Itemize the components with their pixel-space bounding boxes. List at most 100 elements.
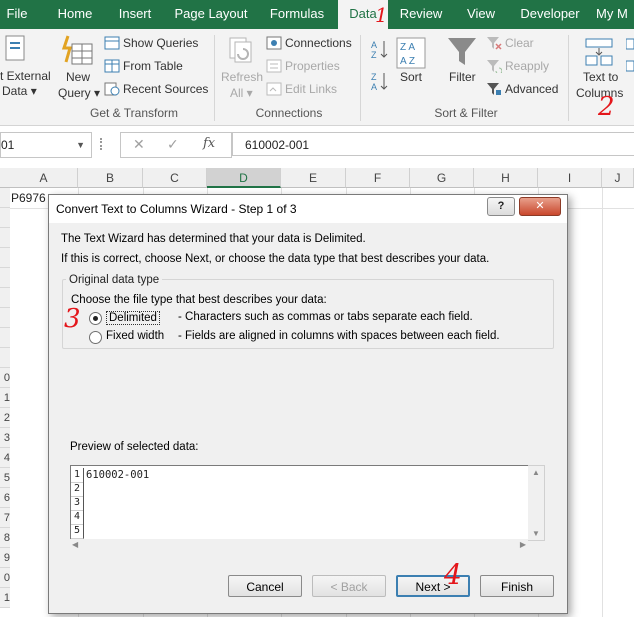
name-box-dropdown-icon[interactable]: ▼ bbox=[76, 133, 85, 157]
text-to-columns-button[interactable]: Text to bbox=[583, 70, 618, 84]
formula-input[interactable]: 610002-001 bbox=[232, 132, 634, 156]
fixed-width-radio[interactable] bbox=[89, 331, 102, 344]
row-header[interactable] bbox=[0, 188, 10, 208]
row-header[interactable]: 5 bbox=[0, 468, 10, 488]
dialog-title-bar[interactable]: Convert Text to Columns Wizard - Step 1 … bbox=[49, 195, 567, 223]
row-header[interactable] bbox=[0, 248, 10, 268]
cancel-entry-icon[interactable]: ✕ bbox=[133, 136, 145, 153]
row-header[interactable]: 9 bbox=[0, 548, 10, 568]
filter-icon bbox=[448, 38, 476, 65]
choose-file-type-label: Choose the file type that best describes… bbox=[71, 294, 327, 306]
column-header-b[interactable]: B bbox=[78, 168, 143, 188]
scroll-down-arrow-icon[interactable]: ▼ bbox=[532, 529, 540, 538]
ribbon: t External Data ▾ New Query ▾ Show Queri… bbox=[0, 29, 634, 126]
preview-label: Preview of selected data: bbox=[70, 441, 199, 453]
delimited-label[interactable]: Delimited bbox=[106, 311, 160, 325]
from-table-button[interactable]: From Table bbox=[123, 59, 183, 73]
ribbon-tab-bar: File Home Insert Page Layout Formulas Da… bbox=[0, 0, 634, 29]
row-header[interactable] bbox=[0, 288, 10, 308]
row-header[interactable]: 7 bbox=[0, 508, 10, 528]
tab-developer[interactable]: Developer bbox=[515, 0, 585, 29]
row-header[interactable] bbox=[0, 328, 10, 348]
recent-sources-icon bbox=[104, 82, 120, 96]
show-queries-icon bbox=[104, 36, 120, 50]
row-header[interactable] bbox=[0, 268, 10, 288]
scroll-up-arrow-icon[interactable]: ▲ bbox=[532, 468, 540, 477]
column-header-h[interactable]: H bbox=[474, 168, 538, 188]
filter-button[interactable]: Filter bbox=[449, 70, 476, 84]
row-header[interactable] bbox=[0, 208, 10, 228]
row-header[interactable]: 1 bbox=[0, 588, 10, 608]
new-query-button[interactable]: New bbox=[66, 70, 90, 84]
tab-file[interactable]: File bbox=[0, 0, 34, 29]
show-queries-button[interactable]: Show Queries bbox=[123, 36, 198, 50]
tab-formulas[interactable]: Formulas bbox=[262, 0, 332, 29]
preview-row-number: 4 bbox=[71, 510, 84, 525]
column-header-e[interactable]: E bbox=[281, 168, 346, 188]
get-external-data-label2: Data ▾ bbox=[2, 84, 37, 98]
column-header-f[interactable]: F bbox=[346, 168, 410, 188]
fixed-width-label[interactable]: Fixed width bbox=[106, 330, 164, 342]
column-header-j[interactable]: J bbox=[602, 168, 634, 188]
column-header-i[interactable]: I bbox=[538, 168, 602, 188]
column-header-d[interactable]: D bbox=[207, 168, 281, 188]
confirm-entry-icon[interactable]: ✓ bbox=[167, 136, 179, 153]
scroll-left-arrow-icon[interactable]: ◀ bbox=[72, 540, 78, 549]
tab-page-layout[interactable]: Page Layout bbox=[172, 0, 250, 29]
recent-sources-button[interactable]: Recent Sources bbox=[123, 82, 208, 96]
row-header[interactable] bbox=[0, 308, 10, 328]
get-external-data-button[interactable]: t External bbox=[0, 69, 51, 83]
formula-bar-grip[interactable] bbox=[100, 138, 105, 150]
tab-view[interactable]: View bbox=[458, 0, 504, 29]
scroll-right-arrow-icon[interactable]: ▶ bbox=[520, 540, 526, 549]
delimited-radio[interactable] bbox=[89, 312, 102, 325]
tab-my-m[interactable]: My M bbox=[596, 0, 634, 29]
back-button[interactable]: < Back bbox=[312, 575, 386, 597]
row-header[interactable]: 8 bbox=[0, 528, 10, 548]
row-header[interactable]: 2 bbox=[0, 408, 10, 428]
properties-button[interactable]: Properties bbox=[285, 59, 340, 73]
edit-links-button[interactable]: Edit Links bbox=[285, 82, 337, 96]
data-preview-pane[interactable]: 1 610002-001 2 3 4 5 bbox=[70, 465, 530, 541]
name-box[interactable]: 01 ▼ bbox=[0, 132, 92, 158]
preview-vertical-scrollbar[interactable]: ▲ ▼ bbox=[528, 465, 545, 541]
row-header[interactable] bbox=[0, 348, 10, 368]
help-button[interactable]: ? bbox=[487, 197, 515, 216]
row-header[interactable]: 6 bbox=[0, 488, 10, 508]
formula-bar: 01 ▼ ✕ ✓ fx 610002-001 bbox=[0, 126, 634, 165]
reapply-button[interactable]: Reapply bbox=[505, 59, 549, 73]
annotation-4: 4 bbox=[444, 558, 462, 591]
column-header-g[interactable]: G bbox=[410, 168, 474, 188]
row-header[interactable]: 0 bbox=[0, 568, 10, 588]
connections-button[interactable]: Connections bbox=[285, 36, 352, 50]
annotation-1: 1 bbox=[375, 3, 388, 27]
svg-text:A: A bbox=[371, 40, 377, 50]
close-button[interactable]: ✕ bbox=[519, 197, 561, 216]
insert-function-icon[interactable]: fx bbox=[203, 136, 215, 151]
new-query-label2: Query ▾ bbox=[58, 86, 101, 100]
row-header[interactable]: 1 bbox=[0, 388, 10, 408]
finish-button[interactable]: Finish bbox=[480, 575, 554, 597]
tab-home[interactable]: Home bbox=[50, 0, 100, 29]
tab-review[interactable]: Review bbox=[395, 0, 447, 29]
refresh-all-button[interactable]: Refresh bbox=[221, 70, 263, 84]
row-header[interactable] bbox=[0, 228, 10, 248]
annotation-3: 3 bbox=[64, 304, 81, 334]
row-header[interactable]: 3 bbox=[0, 428, 10, 448]
preview-row-number: 1 bbox=[71, 468, 84, 483]
advanced-filter-icon bbox=[487, 83, 501, 95]
text-to-columns-icon bbox=[585, 38, 613, 66]
clear-button[interactable]: Clear bbox=[505, 36, 534, 50]
row-header[interactable]: 0 bbox=[0, 368, 10, 388]
sort-button[interactable]: Sort bbox=[400, 70, 422, 84]
cancel-button[interactable]: Cancel bbox=[228, 575, 302, 597]
advanced-button[interactable]: Advanced bbox=[505, 82, 558, 96]
select-all-corner[interactable] bbox=[0, 168, 10, 188]
preview-horizontal-scrollbar[interactable]: ◀ ▶ bbox=[70, 539, 528, 553]
column-header-a[interactable]: A bbox=[10, 168, 78, 188]
tab-insert[interactable]: Insert bbox=[110, 0, 160, 29]
row-header[interactable]: 4 bbox=[0, 448, 10, 468]
group-get-transform-label: Get & Transform bbox=[89, 106, 179, 120]
column-header-c[interactable]: C bbox=[143, 168, 207, 188]
get-external-data-icon bbox=[5, 35, 25, 61]
